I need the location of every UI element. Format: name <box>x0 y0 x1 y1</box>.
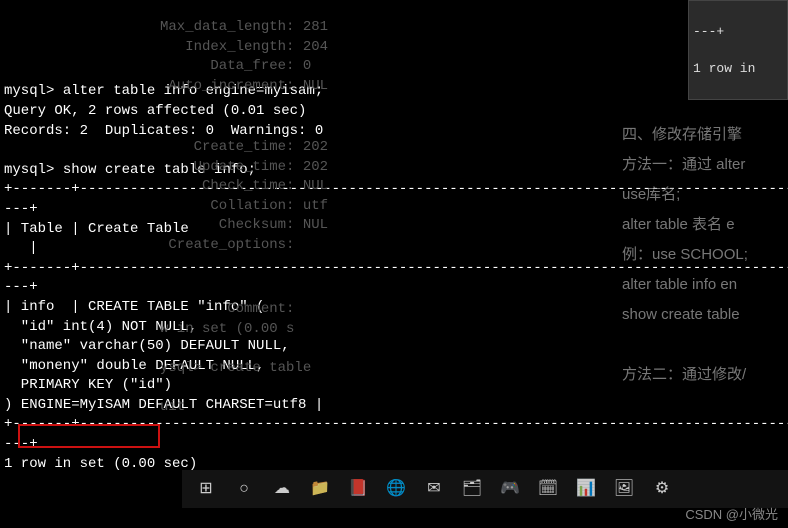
calendar-icon[interactable]: 🗓 <box>534 475 562 503</box>
start-icon[interactable]: ⊞ <box>192 475 220 503</box>
note-line: alter table info en <box>622 270 788 300</box>
result-footer: 1 row in set (0.00 sec) <box>4 456 197 472</box>
note-line: alter table 表名 e <box>622 210 788 240</box>
settings-icon[interactable]: ⚙ <box>648 475 676 503</box>
cmd1-result-2: Records: 2 Duplicates: 0 Warnings: 0 <box>4 123 323 139</box>
note-line: show create table <box>622 300 788 330</box>
note-heading: 四、修改存储引擎 <box>622 120 788 150</box>
prompt-1: mysql> <box>4 83 63 99</box>
table-header-pad: | <box>4 240 38 256</box>
explorer-icon[interactable]: 📁 <box>306 475 334 503</box>
table-body-5: PRIMARY KEY ("id") <box>4 377 172 393</box>
browser-icon[interactable]: 🌐 <box>382 475 410 503</box>
cortana-icon[interactable]: ○ <box>230 475 258 503</box>
notes-panel: 四、修改存储引擎 方法一：通过 alter use库名; alter table… <box>618 0 788 528</box>
engine-highlight: ENGINE=MyISAM <box>21 397 130 413</box>
note-line: 方法二：通过修改/ <box>622 360 788 390</box>
ghost-block-1: Max_data_length: 281 Index_length: 204 D… <box>160 18 328 96</box>
game-icon[interactable]: 🎮 <box>496 475 524 503</box>
table-border-tail: ---+ <box>4 201 38 217</box>
ghost-block-3: Comment: w in set (0.00 s ysql> create t… <box>160 300 311 418</box>
red-highlight-box <box>18 424 160 448</box>
app-icon[interactable]: 📊 <box>572 475 600 503</box>
table-body-6a: ) <box>4 397 21 413</box>
note-line: use库名; <box>622 180 788 210</box>
prompt-2: mysql> <box>4 162 63 178</box>
cmd1-result-1: Query OK, 2 rows affected (0.01 sec) <box>4 103 306 119</box>
windows-taskbar[interactable]: ⊞ ○ ☁ 📁 📕 🌐 ✉ 🗂 🎮 🗓 📊 🖼 ⚙ <box>182 470 788 508</box>
table-border-tail: ---+ <box>4 279 38 295</box>
watermark-text: CSDN @小微光 <box>685 506 778 524</box>
note-line: 例：use SCHOOL; <box>622 240 788 270</box>
weather-icon[interactable]: ☁ <box>268 475 296 503</box>
photos-icon[interactable]: 🖼 <box>610 475 638 503</box>
mail-icon[interactable]: ✉ <box>420 475 448 503</box>
ghost-block-2: Create_time: 202 Update_time: 202 Check_… <box>160 138 328 256</box>
app-icon[interactable]: 🗂 <box>458 475 486 503</box>
note-line: 方法一：通过 alter <box>622 150 788 180</box>
app-icon[interactable]: 📕 <box>344 475 372 503</box>
